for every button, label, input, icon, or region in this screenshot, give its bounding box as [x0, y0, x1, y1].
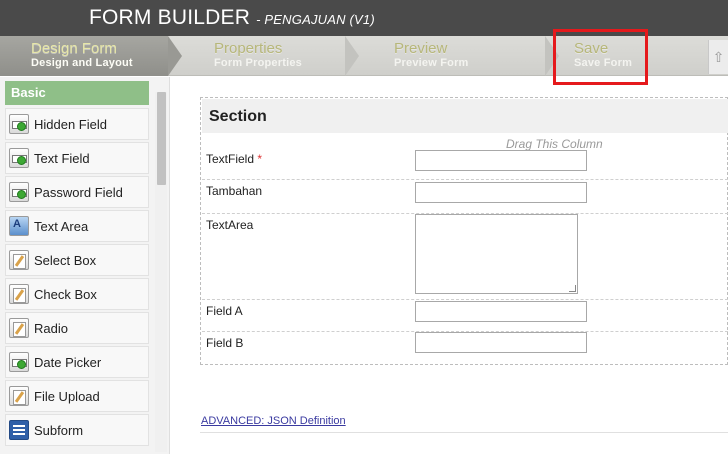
element-palette: Basic Hidden Field Text Field Password F… [0, 77, 170, 454]
field-label-text: TextField [206, 152, 255, 166]
file-upload-icon [9, 386, 29, 406]
form-name-subtitle: - PENGAJUAN (V1) [256, 12, 375, 27]
date-picker-icon [9, 352, 29, 372]
check-box-icon [9, 284, 29, 304]
field-label: Field B [206, 336, 244, 350]
palette-item-date-picker[interactable]: Date Picker [5, 346, 149, 378]
textfield-input[interactable] [415, 150, 587, 171]
app-title: FORM BUILDER - PENGAJUAN (V1) [89, 6, 375, 30]
palette-item-label: Subform [34, 422, 84, 438]
radio-icon [9, 318, 29, 338]
palette-item-text-field[interactable]: Text Field [5, 142, 149, 174]
section-header[interactable]: Section [202, 99, 728, 133]
step-preview-label: Preview [394, 40, 448, 57]
text-field-icon [9, 148, 29, 168]
field-label: TextField * [206, 152, 262, 166]
text-area-icon [9, 216, 29, 236]
hidden-field-icon [9, 114, 29, 134]
step-separator [345, 36, 359, 76]
field-b-input[interactable] [415, 332, 587, 353]
palette-item-radio[interactable]: Radio [5, 312, 149, 344]
step-design-form[interactable]: Design Form Design and Layout [0, 36, 168, 76]
palette-item-label: Hidden Field [34, 116, 107, 132]
palette-item-label: Text Field [34, 150, 90, 166]
palette-item-label: Password Field [34, 184, 123, 200]
advanced-json-link[interactable]: ADVANCED: JSON Definition [201, 415, 346, 427]
palette-item-file-upload[interactable]: File Upload [5, 380, 149, 412]
form-row-textfield[interactable]: TextField * [202, 148, 728, 180]
textarea-input[interactable] [415, 214, 578, 294]
field-a-input[interactable] [415, 301, 587, 322]
palette-item-label: Select Box [34, 252, 97, 268]
palette-category-header[interactable]: Basic [5, 81, 149, 105]
palette-item-label: Check Box [34, 286, 97, 302]
save-highlight-box [553, 29, 648, 85]
step-design-form-label: Design Form [31, 40, 117, 57]
tambahan-input[interactable] [415, 182, 587, 203]
toolbar-edge-icon[interactable]: ⇧ [708, 40, 728, 74]
step-preview[interactable]: Preview Preview Form [362, 36, 542, 76]
divider [200, 432, 728, 433]
password-field-icon [9, 182, 29, 202]
field-label: Tambahan [206, 184, 263, 198]
resize-handle-icon[interactable] [569, 285, 576, 292]
field-label: Field A [206, 304, 243, 318]
form-row-tambahan[interactable]: Tambahan [202, 180, 728, 214]
palette-item-label: File Upload [34, 388, 100, 404]
palette-item-hidden-field[interactable]: Hidden Field [5, 108, 149, 140]
select-box-icon [9, 250, 29, 270]
subform-icon [9, 420, 29, 440]
form-row-textarea[interactable]: TextArea [202, 214, 728, 300]
required-marker: * [257, 152, 263, 166]
palette-scroll-thumb[interactable] [157, 92, 166, 185]
step-properties-sub: Form Properties [214, 57, 302, 69]
palette-item-subform[interactable]: Subform [5, 414, 149, 446]
palette-item-label: Text Area [34, 218, 89, 234]
palette-item-text-area[interactable]: Text Area [5, 210, 149, 242]
palette-item-label: Radio [34, 320, 68, 336]
field-label: TextArea [206, 218, 254, 232]
section-title: Section [209, 108, 267, 125]
step-arrow [168, 36, 182, 76]
form-row-field-b[interactable]: Field B [202, 332, 728, 364]
palette-list: Hidden Field Text Field Password Field T… [5, 108, 149, 448]
app-title-text: FORM BUILDER [89, 6, 251, 29]
palette-item-password-field[interactable]: Password Field [5, 176, 149, 208]
step-properties[interactable]: Properties Form Properties [182, 36, 342, 76]
step-preview-sub: Preview Form [394, 57, 469, 69]
form-canvas: Section Drag This Column TextField * Tam… [200, 97, 728, 365]
palette-item-check-box[interactable]: Check Box [5, 278, 149, 310]
palette-item-select-box[interactable]: Select Box [5, 244, 149, 276]
step-design-form-sub: Design and Layout [31, 57, 133, 69]
palette-item-label: Date Picker [34, 354, 102, 370]
step-properties-label: Properties [214, 40, 283, 57]
form-row-field-a[interactable]: Field A [202, 300, 728, 332]
